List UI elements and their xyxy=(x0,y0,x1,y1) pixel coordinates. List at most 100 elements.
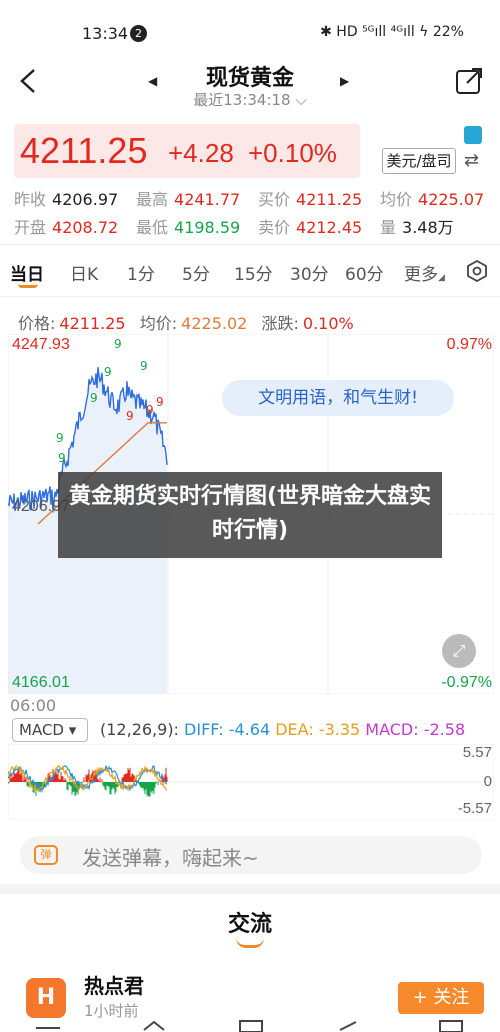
td-signal-label: 9 xyxy=(58,451,66,465)
period-tabs: 当日 日K 1分 5分 15分 30分 60分 更多◢ xyxy=(0,254,500,288)
stat-label: 最低 xyxy=(136,218,169,237)
stat-item: 买价 4211.25 xyxy=(258,186,362,210)
tab-30min[interactable]: 30分 xyxy=(290,260,329,285)
tab-1min[interactable]: 1分 xyxy=(127,260,155,285)
tab-intraday[interactable]: 当日 xyxy=(10,260,44,285)
civility-banner: 文明用语，和气生财! xyxy=(222,380,454,416)
stat-label: 买价 xyxy=(258,190,291,209)
status-bar: 13:34 2 ✱ HD ⁵ᴳıll ⁴ᴳıll ϟ 22% xyxy=(0,0,500,60)
user-name[interactable]: 热点君 xyxy=(84,970,144,999)
next-item-icon[interactable]: ▶ xyxy=(340,74,349,88)
change-label: 涨跌: xyxy=(261,314,299,333)
stat-item: 最低 4198.59 xyxy=(136,214,240,238)
td-signal-label: 9 xyxy=(104,365,112,379)
td-signal-label: 9 xyxy=(156,395,164,409)
up-icon xyxy=(143,1020,165,1031)
stat-value: 4212.45 xyxy=(296,218,363,237)
section-title: 交流 xyxy=(227,912,272,937)
td-signal-label: 9 xyxy=(56,431,64,445)
td-signal-label: 9 xyxy=(114,337,122,351)
menu-icon xyxy=(439,1020,463,1032)
y-axis-top: 4247.93 xyxy=(12,336,70,353)
tab-more[interactable]: 更多◢ xyxy=(404,260,445,285)
status-time: 13:34 xyxy=(82,24,129,43)
avatar[interactable]: H xyxy=(26,978,66,1018)
macd-axis-top: 5.57 xyxy=(462,744,492,761)
stat-value: 4241.77 xyxy=(174,190,241,209)
macd-axis-bottom: -5.57 xyxy=(457,800,492,817)
tab-more-label: 更多 xyxy=(404,265,438,285)
current-price: 4211.25 xyxy=(20,130,148,171)
stat-item: 昨收 4206.97 xyxy=(14,186,118,210)
tab-15min[interactable]: 15分 xyxy=(234,260,273,285)
price-panel: 4211.25 +4.28 +0.10% xyxy=(14,124,360,178)
avg-value: 4225.02 xyxy=(181,314,248,333)
edit-icon xyxy=(339,1021,357,1031)
mini-chart-icon[interactable] xyxy=(464,126,482,144)
chart-info-row: 价格: 4211.25 均价: 4225.02 涨跌: 0.10% xyxy=(18,310,358,334)
tab-daily-k[interactable]: 日K xyxy=(70,260,98,285)
macd-diff: DIFF: -4.64 xyxy=(184,720,271,739)
stat-item: 均价 4225.07 xyxy=(380,186,484,210)
danmu-placeholder: 发送弹幕，嗨起来~ xyxy=(82,846,259,870)
pct-axis-bottom: -0.97% xyxy=(441,674,492,691)
tab-60min[interactable]: 60分 xyxy=(345,260,384,285)
stat-value: 4225.07 xyxy=(418,190,485,209)
section-separator xyxy=(0,884,500,894)
unit-selector[interactable]: 美元/盘司 xyxy=(382,148,456,174)
notification-badge: 2 xyxy=(130,25,147,42)
danmu-icon: 弹 xyxy=(34,845,58,865)
status-icons: ✱ HD ⁵ᴳıll ⁴ᴳıll ϟ 22% xyxy=(320,24,464,40)
tab-5min[interactable]: 5分 xyxy=(182,260,210,285)
update-time: 最近13:34:18 ⌵ xyxy=(193,91,307,109)
td-signal-label: 9 xyxy=(90,391,98,405)
td-signal-label: 9 xyxy=(146,403,154,417)
tab-icon xyxy=(239,1020,263,1032)
td-signal-label: 9 xyxy=(126,409,134,423)
macd-header: MACD ▾ (12,26,9): DIFF: -4.64 DEA: -3.35… xyxy=(12,718,492,744)
tab-indicator xyxy=(18,284,38,288)
stat-item: 卖价 4212.45 xyxy=(258,214,362,238)
stat-value: 4206.97 xyxy=(52,190,119,209)
bottom-nav-bar xyxy=(36,1020,463,1032)
follow-button[interactable]: + 关注 xyxy=(398,982,484,1014)
stat-item: 最高 4241.77 xyxy=(136,186,240,210)
swap-icon[interactable]: ⇄ xyxy=(464,150,479,171)
danmu-input[interactable]: 弹 发送弹幕，嗨起来~ xyxy=(20,836,482,874)
price-change-percent: +0.10% xyxy=(248,138,337,168)
macd-values: (12,26,9): DIFF: -4.64 DEA: -3.35 MACD: … xyxy=(100,720,465,739)
x-axis-start: 06:00 xyxy=(10,696,57,715)
divider xyxy=(0,296,500,297)
macd-chart-svg xyxy=(7,743,495,821)
stat-item: 开盘 4208.72 xyxy=(14,214,118,238)
macd-axis-zero: 0 xyxy=(483,773,492,790)
pct-axis-top: 0.97% xyxy=(446,336,492,353)
price-value: 4211.25 xyxy=(59,314,126,333)
expand-icon[interactable]: ⤢ xyxy=(442,634,476,668)
y-axis-bottom: 4166.01 xyxy=(12,674,70,691)
stats-row: 昨收 4206.97 最高 4241.77 买价 4211.25 均价 4225.07 xyxy=(14,186,494,214)
triangle-icon: ◢ xyxy=(438,273,445,283)
stat-label: 开盘 xyxy=(14,218,47,237)
price-label: 价格: xyxy=(18,314,56,333)
stat-label: 卖价 xyxy=(258,218,291,237)
stat-label: 昨收 xyxy=(14,190,47,209)
stat-value: 4198.59 xyxy=(174,218,241,237)
divider xyxy=(0,244,500,245)
stat-label: 量 xyxy=(380,218,397,237)
stat-item: 量 3.48万 xyxy=(380,214,454,238)
stat-value: 4208.72 xyxy=(52,218,119,237)
macd-chart[interactable]: 5.57 0 -5.57 xyxy=(7,743,495,821)
price-change: +4.28 xyxy=(168,138,234,168)
nav-bar: ◀ 现货黄金 最近13:34:18 ⌵ ▶ xyxy=(0,54,500,110)
stat-value: 3.48万 xyxy=(402,218,454,237)
avg-label: 均价: xyxy=(139,314,178,333)
page-title: 现货黄金 xyxy=(205,66,294,91)
macd-params: (12,26,9): xyxy=(100,720,179,739)
settings-icon[interactable] xyxy=(466,260,488,282)
indicator-selector[interactable]: MACD ▾ xyxy=(12,718,88,742)
caption-overlay: 黄金期货实时行情图(世界暗金大盘实时行情) xyxy=(58,472,442,558)
stats-grid: 昨收 4206.97 最高 4241.77 买价 4211.25 均价 4225.07 开盘 4… xyxy=(14,186,494,242)
stats-row: 开盘 4208.72 最低 4198.59 卖价 4212.45 量 3.48万 xyxy=(14,214,494,242)
share-icon[interactable] xyxy=(454,66,484,96)
